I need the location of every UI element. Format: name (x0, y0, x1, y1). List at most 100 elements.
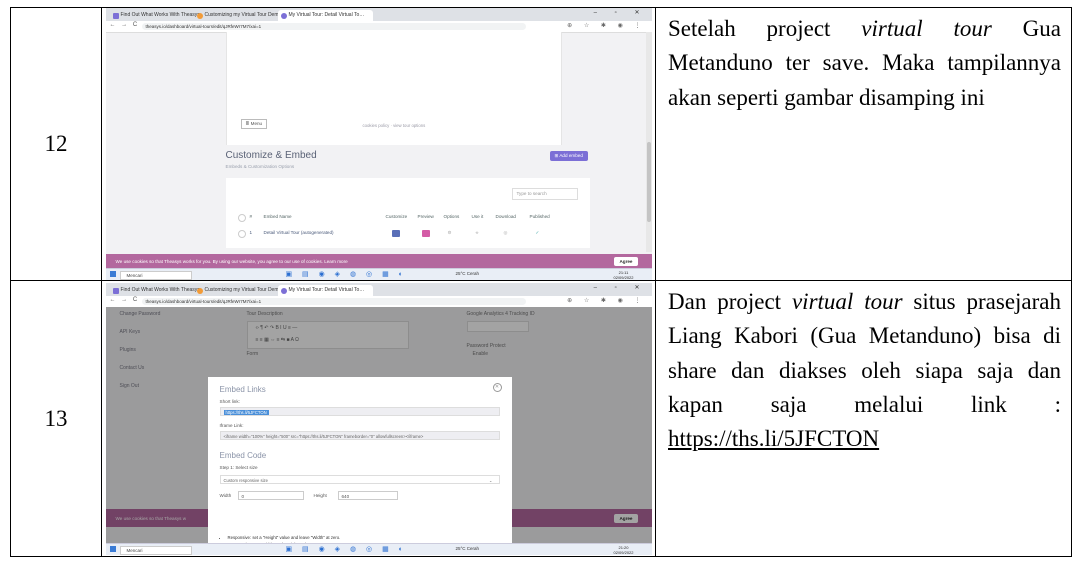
column-header: Embed Name (263, 214, 292, 219)
favicon-icon (112, 287, 119, 294)
browser-tabbar: Find Out What Works With Theasys Customi… (105, 282, 652, 296)
row-checkbox[interactable] (237, 230, 246, 238)
modal-title: Embed Links (219, 384, 266, 394)
taskbar-search[interactable]: Mencari (119, 545, 192, 555)
table-row: 12 Find Out What Works With Theasys Cust… (10, 7, 1072, 281)
tab-label: Customizing my Virtual Tour Dem… (204, 12, 284, 18)
add-embed-button[interactable]: ⊞ Add embed (549, 151, 588, 161)
row-number: 12 (10, 7, 102, 281)
taskbar: Mencari ▣ ▤ ◉ ◈ ◍ ◎ ▦ ◐ 25°C Cerah 21:11… (105, 268, 652, 280)
url-field[interactable]: theasys.io/dashboard/virtual-tours/edit/… (141, 297, 526, 305)
document-table: 12 Find Out What Works With Theasys Cust… (10, 7, 1072, 557)
favicon-icon (112, 13, 119, 19)
close-icon[interactable]: ✕ (492, 382, 502, 392)
iframe-link-label: Iframe Link: (219, 422, 244, 428)
width-input[interactable]: 0 (237, 490, 304, 500)
table-row[interactable]: 1 Detail Virtual Tour (autogenerated) ⚙ … (237, 230, 582, 240)
embed-links-modal: Embed Links ✕ Short link: https://ths.li… (207, 376, 512, 555)
column-header: Download (495, 214, 516, 219)
options-icon[interactable]: ⚙ (448, 230, 452, 236)
browser-tab[interactable]: Customizing my Virtual Tour Dem… (194, 10, 285, 21)
embed-name[interactable]: Detail Virtual Tour (autogenerated) (264, 230, 334, 235)
desc-italic: virtual tour (791, 289, 903, 314)
favicon-icon (196, 13, 203, 19)
section-title: Customize & Embed (225, 150, 317, 161)
download-icon[interactable]: ◎ (504, 230, 508, 236)
preview-meta[interactable]: cookies policy · view tour options (363, 123, 426, 128)
description-cell: Dan project virtual tour situs prasejara… (655, 280, 1072, 557)
clock: 21:11 02/09/2022 (613, 270, 634, 280)
search-input[interactable]: Type to search (511, 188, 578, 200)
browser-tab-active[interactable]: My Virtual Tour: Detail Virtual To… (277, 10, 373, 21)
url-field[interactable]: theasys.io/dashboard/virtual-tours/edit/… (141, 23, 526, 30)
chevron-down-icon: ⌄ (488, 477, 493, 483)
scrollbar[interactable] (645, 32, 652, 252)
tab-label: My Virtual Tour: Detail Virtual To… (288, 12, 365, 18)
row-index: 1 (249, 230, 253, 235)
cookie-text: We use cookies so that Theasys works for… (115, 259, 348, 264)
height-input[interactable]: 640 (337, 490, 398, 500)
browser-toolbar-icon[interactable]: ⊕ ☆ ✱ ◉ ⋮ (567, 297, 645, 304)
window-controls-icon[interactable]: – ▫ ✕ (594, 9, 648, 16)
browser-tabbar: Find Out What Works With Theasys Customi… (105, 8, 652, 21)
agree-button[interactable]: Agree (614, 257, 638, 266)
preview-icon[interactable] (421, 230, 430, 237)
table-row: 13 Find Out What Works With Theasys Cust… (10, 280, 1072, 557)
published-check-icon: ✓ (535, 230, 540, 235)
short-link-field[interactable]: https://ths.li/5JFCTON (219, 406, 500, 416)
tab-label: Customizing my Virtual Tour Dem… (204, 286, 284, 293)
browser-tab[interactable]: Find Out What Works With Theasys (110, 285, 201, 296)
width-label: Width (219, 492, 232, 498)
height-label: Height (313, 492, 327, 498)
taskbar: Mencari ▣ ▤ ◉ ◈ ◍ ◎ ▦ ◐ 25°C Cerah 21:20… (105, 542, 652, 555)
row-number: 13 (10, 280, 102, 557)
screenshot-cell: Find Out What Works With Theasys Customi… (101, 280, 656, 557)
select-all-checkbox[interactable] (237, 214, 246, 222)
size-select[interactable]: Custom responsive size ⌄ (219, 474, 500, 484)
menu-button[interactable]: ≣ Menu (240, 119, 268, 129)
window-controls-icon[interactable]: – ▫ ✕ (594, 284, 648, 291)
taskbar-apps-icon[interactable]: ▣ ▤ ◉ ◈ ◍ ◎ ▦ ◐ (286, 545, 407, 553)
browser-screenshot: Find Out What Works With Theasys Customi… (105, 282, 652, 555)
share-link[interactable]: https://ths.li/5JFCTON (668, 426, 879, 451)
browser-screenshot: Find Out What Works With Theasys Customi… (105, 8, 652, 280)
nav-arrows-icon[interactable]: ← → C (110, 297, 140, 303)
embed-code-title: Embed Code (219, 450, 267, 460)
column-header: Published (529, 214, 550, 219)
embed-table: Type to search # Embed Name Customize Pr… (225, 178, 590, 248)
use-it-icon[interactable]: ⟡ (476, 230, 479, 235)
customize-icon[interactable] (391, 230, 400, 237)
column-header: Customize (385, 214, 408, 219)
browser-tab[interactable]: Find Out What Works With Theasys (110, 10, 201, 21)
browser-tab-active[interactable]: My Virtual Tour: Detail Virtual To… (277, 284, 373, 296)
windows-start-icon[interactable] (109, 271, 116, 277)
taskbar-search[interactable]: Mencari (119, 271, 192, 280)
column-header: Use it (471, 214, 484, 219)
browser-tab[interactable]: Customizing my Virtual Tour Dem… (194, 285, 285, 296)
description-cell: Setelah project virtual tour Gua Metandu… (655, 7, 1072, 281)
clock: 21:20 02/09/2022 (613, 544, 634, 555)
desc-text: Setelah project (668, 16, 862, 41)
iframe-code-field[interactable]: <iframe width="100%" height="500" src="h… (219, 430, 500, 440)
taskbar-apps-icon[interactable]: ▣ ▤ ◉ ◈ ◍ ◎ ▦ ◐ (286, 270, 407, 278)
tour-preview-card: ≣ Menu cookies policy · view tour option… (225, 32, 562, 145)
section-subtitle: Embeds & Customization Options (225, 164, 295, 169)
browser-toolbar-icon[interactable]: ⊕ ☆ ✱ ◉ ⋮ (567, 22, 645, 29)
weather-status: 25°C Cerah (455, 545, 480, 551)
desc-italic: virtual tour (861, 16, 992, 41)
nav-arrows-icon[interactable]: ← → C (110, 22, 140, 28)
weather-status: 25°C Cerah (455, 271, 480, 276)
column-header: Preview (417, 214, 434, 219)
tab-label: Find Out What Works With Theasys (120, 12, 200, 18)
cookie-banner: We use cookies so that Theasys works for… (105, 254, 652, 269)
favicon-icon (280, 13, 287, 19)
tab-label: Find Out What Works With Theasys (120, 286, 200, 293)
windows-start-icon[interactable] (109, 545, 116, 552)
column-header: Options (443, 214, 460, 219)
short-link-label: Short link: (219, 398, 240, 404)
screenshot-cell: Find Out What Works With Theasys Customi… (101, 7, 656, 281)
favicon-icon (280, 287, 287, 294)
desc-text: Dan project (668, 289, 792, 314)
favicon-icon (196, 287, 203, 294)
column-header: # (249, 214, 253, 219)
